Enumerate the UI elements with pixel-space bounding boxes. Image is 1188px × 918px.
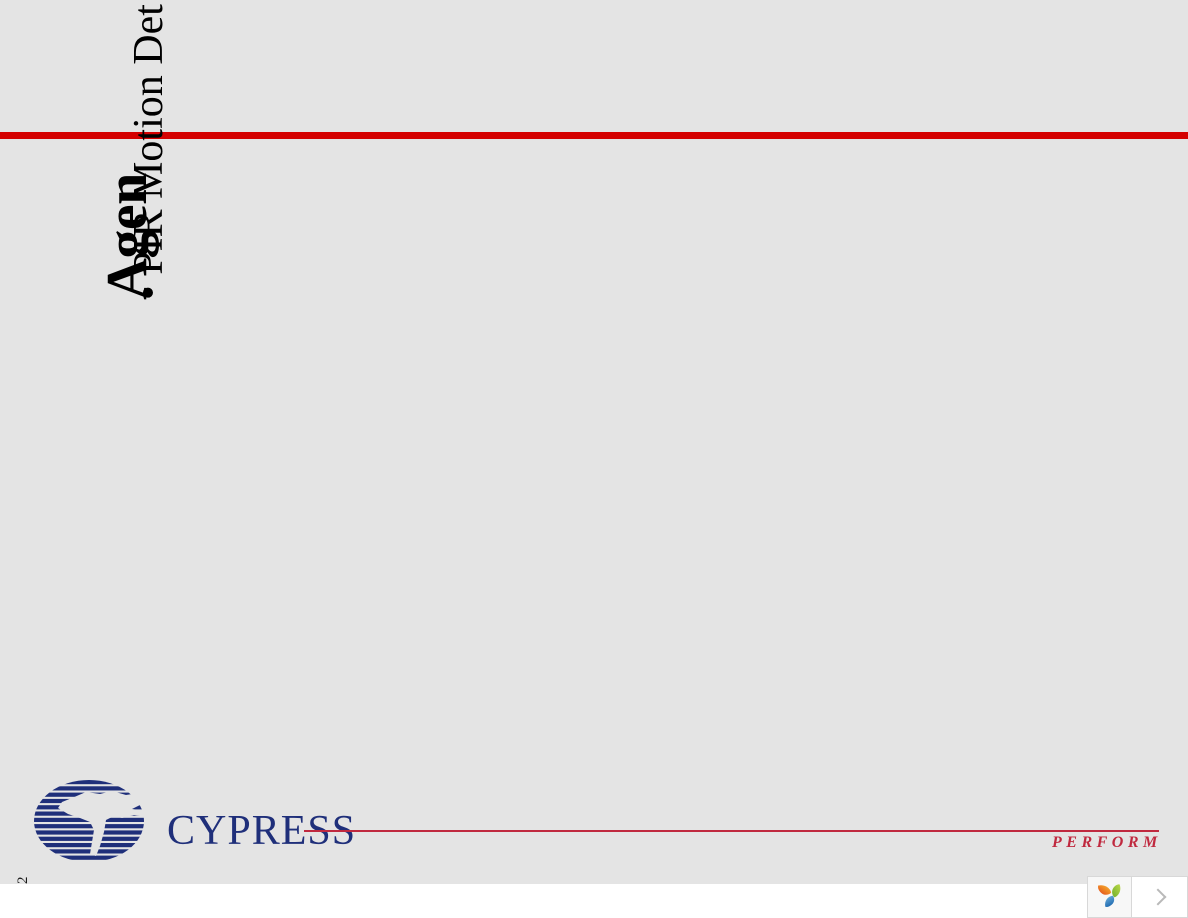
viewer-toolbar [0, 876, 1188, 918]
footer-red-rule [304, 830, 1159, 832]
perform-tagline: PERFORM [1052, 834, 1162, 851]
cypress-globe-icon [34, 780, 162, 862]
document-viewer[interactable]: ’ Agen • PIR Motion Det 2 [0, 0, 1188, 918]
corner-mark: ’ [2, 72, 12, 90]
next-page-button[interactable] [1132, 876, 1188, 918]
top-red-rule [0, 132, 1188, 139]
slide-bullet-item: • PIR Motion Det [126, 4, 172, 300]
cypress-footer-logo: CYPRESS PERFORM [34, 780, 1159, 862]
chevron-right-icon [1149, 888, 1166, 906]
pinwheel-leaf-logo-icon [1095, 880, 1125, 915]
page-number: 2 [15, 876, 31, 885]
brand-logo-button[interactable] [1087, 876, 1132, 918]
slide-page: ’ Agen • PIR Motion Det 2 [0, 0, 1188, 884]
